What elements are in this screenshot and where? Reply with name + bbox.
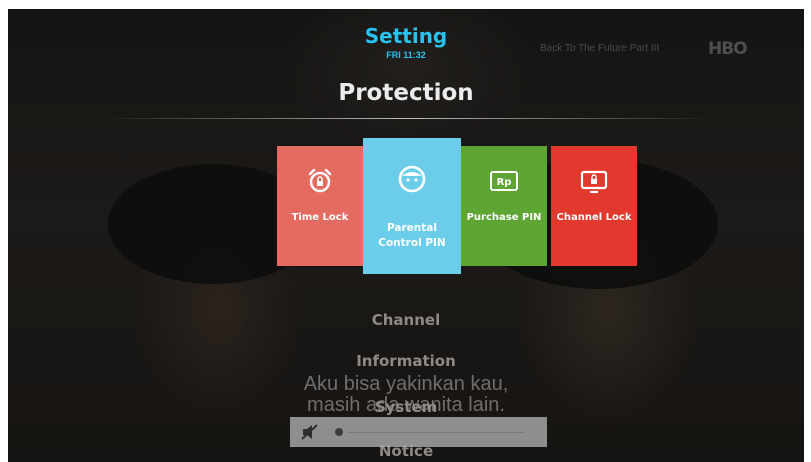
volume-slider-knob[interactable] — [335, 428, 343, 436]
tile-parental-control-pin[interactable]: Parental Control PIN — [363, 138, 461, 274]
volume-slider-track[interactable] — [347, 432, 525, 433]
section-divider — [98, 118, 718, 119]
menu-item-channel[interactable]: Channel — [8, 311, 804, 329]
tile-time-lock[interactable]: Time Lock — [277, 146, 363, 266]
tv-lock-icon — [551, 170, 637, 194]
mute-speaker-icon — [300, 423, 320, 446]
page-title: Setting — [364, 24, 448, 48]
volume-bar[interactable] — [290, 417, 547, 447]
tile-label: Purchase PIN — [466, 212, 542, 223]
rp-icon-text: Rp — [497, 177, 512, 188]
rp-currency-icon: Rp — [461, 170, 547, 192]
clock-time: FRI 11:32 — [386, 50, 426, 60]
subtitle-line2: masih ada wanita lain. — [307, 394, 505, 416]
tile-label: Channel Lock — [556, 212, 632, 223]
now-playing-title: Back To The Future Part III — [540, 43, 660, 54]
alarm-clock-lock-icon — [277, 168, 363, 194]
child-face-icon — [363, 164, 461, 194]
tile-label-line2: Control PIN — [378, 237, 446, 249]
tile-channel-lock[interactable]: Channel Lock — [551, 146, 637, 266]
channel-logo: HBO — [708, 39, 748, 59]
video-subtitle: Aku bisa yakinkan kau, masih ada wanita … — [8, 374, 804, 416]
tv-screen: Setting FRI 11:32 Back To The Future Par… — [8, 9, 804, 462]
tile-label-line1: Parental — [387, 222, 437, 234]
menu-item-information[interactable]: Information — [8, 352, 804, 370]
tile-label: Time Lock — [291, 212, 349, 223]
tile-purchase-pin[interactable]: Rp Purchase PIN — [461, 146, 547, 266]
section-title: Protection — [338, 80, 474, 106]
tile-label: Parental Control PIN — [363, 221, 461, 251]
subtitle-line1: Aku bisa yakinkan kau, — [303, 373, 509, 395]
